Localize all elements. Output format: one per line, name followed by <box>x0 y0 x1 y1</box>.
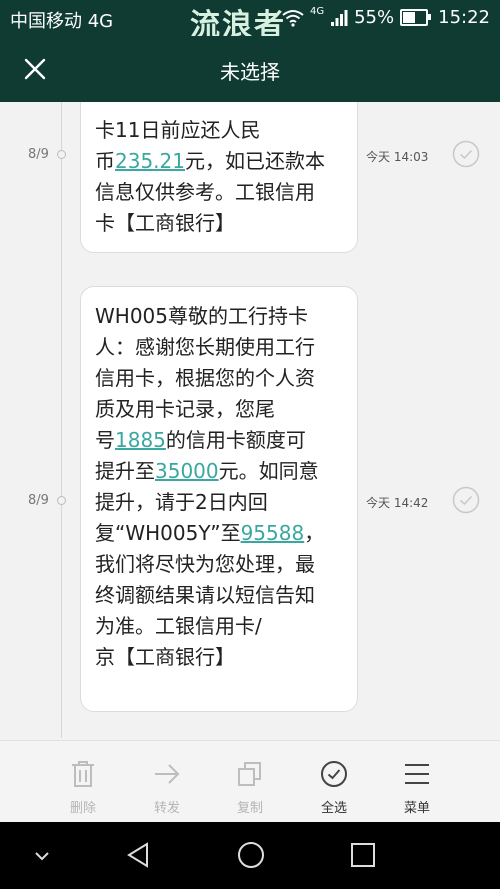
forward-label: 转发 <box>153 801 180 816</box>
timeline-dot <box>57 150 66 159</box>
battery-percent: 55% <box>354 7 395 28</box>
timeline-line <box>61 102 62 738</box>
forward-button[interactable]: 转发 <box>125 741 209 823</box>
message-text: 人：感谢您长期使用工行 <box>95 335 315 359</box>
message-text: 为准。工银信用卡/ <box>95 614 262 638</box>
message-date: 8/9 <box>28 147 49 162</box>
message-text: 的信用卡额度可 <box>165 428 306 452</box>
copy-label: 复制 <box>236 801 263 816</box>
message-line: 币235.21元，如已还款本 <box>95 146 341 177</box>
message-list: 8/9 卡11日前应还人民 币235.21元，如已还款本 信息仅供参考。工银信用 卡【… <box>0 102 500 738</box>
message-number-link[interactable]: 1885 <box>115 428 166 452</box>
timeline-dot <box>57 496 66 505</box>
message-line: 终调额结果请以短信告知 <box>95 580 341 611</box>
system-nav-bar <box>0 822 500 889</box>
hamburger-icon <box>405 764 429 784</box>
message-date: 8/9 <box>28 493 49 508</box>
message-text: 元。如同意 <box>218 459 319 483</box>
header-title: 未选择 <box>220 60 280 84</box>
message-line: WH005尊敬的工行持卡 <box>95 301 341 332</box>
message-line: 复“WH005Y”至95588， <box>95 518 341 549</box>
message-line: 卡【工商银行】 <box>95 208 341 239</box>
message-text: 元，如已还款本 <box>184 149 325 173</box>
message-text: ， <box>304 521 325 545</box>
check-circle-icon <box>452 140 480 168</box>
message-text: 终调额结果请以短信告知 <box>95 583 315 607</box>
message-line: 提升至35000元。如同意 <box>95 456 341 487</box>
chevron-down-icon <box>35 852 49 861</box>
message-line: 人：感谢您长期使用工行 <box>95 332 341 363</box>
nav-recent-button[interactable] <box>348 840 378 874</box>
message-line: 号1885的信用卡额度可 <box>95 425 341 456</box>
message-line: 提升，请于2日内回 <box>95 487 341 518</box>
message-text: 卡【工商银行】 <box>95 211 235 235</box>
battery-icon <box>400 9 432 26</box>
nav-home-button[interactable] <box>236 840 266 874</box>
delete-button[interactable]: 删除 <box>41 741 125 823</box>
trash-icon <box>72 761 94 787</box>
selection-header: 未选择 <box>0 36 500 102</box>
status-bar: 中国移动 4G 流浪者 4G 55% 15:22 <box>0 0 500 43</box>
delete-label: 删除 <box>69 801 96 816</box>
message-time: 今天 14:03 <box>366 150 429 164</box>
message-line: 信息仅供参考。工银信用 <box>95 177 341 208</box>
message-line: 信用卡，根据您的个人资 <box>95 363 341 394</box>
message-time: 今天 14:42 <box>366 496 429 510</box>
clock: 15:22 <box>438 7 490 28</box>
message-text: 信息仅供参考。工银信用 <box>95 180 315 204</box>
back-triangle-icon <box>127 842 148 868</box>
nav-back-button[interactable] <box>124 840 154 874</box>
copy-button[interactable]: 复制 <box>208 741 292 823</box>
message-text: 我们将尽快为您处理，最 <box>95 552 315 576</box>
message-text: 复“WH005Y”至 <box>95 521 241 545</box>
message-text: 提升至 <box>95 459 155 483</box>
message-bubble[interactable]: 卡11日前应还人民 币235.21元，如已还款本 信息仅供参考。工银信用 卡【工商银行… <box>80 102 358 253</box>
signal-icon <box>331 9 348 26</box>
message-number-link[interactable]: 95588 <box>241 521 305 545</box>
menu-button[interactable]: 菜单 <box>375 741 459 823</box>
check-circle-icon <box>321 761 347 787</box>
carrier-label: 中国移动 4G <box>10 11 114 32</box>
message-line: 卡11日前应还人民 <box>95 115 341 146</box>
check-circle-icon <box>452 486 480 514</box>
message-number-link[interactable]: 235.21 <box>115 149 185 173</box>
battery-fill <box>403 12 416 23</box>
message-text: 卡11日前应还人民 <box>95 118 261 142</box>
action-toolbar: 删除 转发 复制 全选 菜单 <box>0 740 500 823</box>
menu-label: 菜单 <box>403 801 430 816</box>
message-number-link[interactable]: 35000 <box>155 459 219 483</box>
message-text: 质及用卡记录，您尾 <box>95 397 275 421</box>
message-line: 质及用卡记录，您尾 <box>95 394 341 425</box>
message-line: 为准。工银信用卡/ <box>95 611 341 642</box>
message-text: 币 <box>95 149 115 173</box>
select-message-checkbox[interactable] <box>452 140 480 168</box>
select-message-checkbox[interactable] <box>452 486 480 514</box>
arrow-right-icon <box>155 764 180 784</box>
copy-icon <box>238 762 261 786</box>
message-text: WH005尊敬的工行持卡 <box>95 304 308 328</box>
nav-hide-button[interactable] <box>30 846 54 870</box>
status-indicators: 4G 55% 15:22 <box>282 6 490 28</box>
message-line: 我们将尽快为您处理，最 <box>95 549 341 580</box>
message-line: 京【工商银行】 <box>95 642 341 673</box>
message-bubble[interactable]: WH005尊敬的工行持卡 人：感谢您长期使用工行 信用卡，根据您的个人资 质及用卡记录… <box>80 286 358 712</box>
wifi-icon <box>282 9 304 27</box>
message-text: 京【工商银行】 <box>95 645 235 669</box>
recent-square-icon <box>351 843 375 867</box>
message-text: 信用卡，根据您的个人资 <box>95 366 315 390</box>
message-text: 提升，请于2日内回 <box>95 490 268 514</box>
home-circle-icon <box>238 842 264 868</box>
select-all-label: 全选 <box>320 801 347 816</box>
select-all-button[interactable]: 全选 <box>292 741 376 823</box>
network-label: 4G <box>309 6 325 17</box>
message-text: 号 <box>95 428 115 452</box>
